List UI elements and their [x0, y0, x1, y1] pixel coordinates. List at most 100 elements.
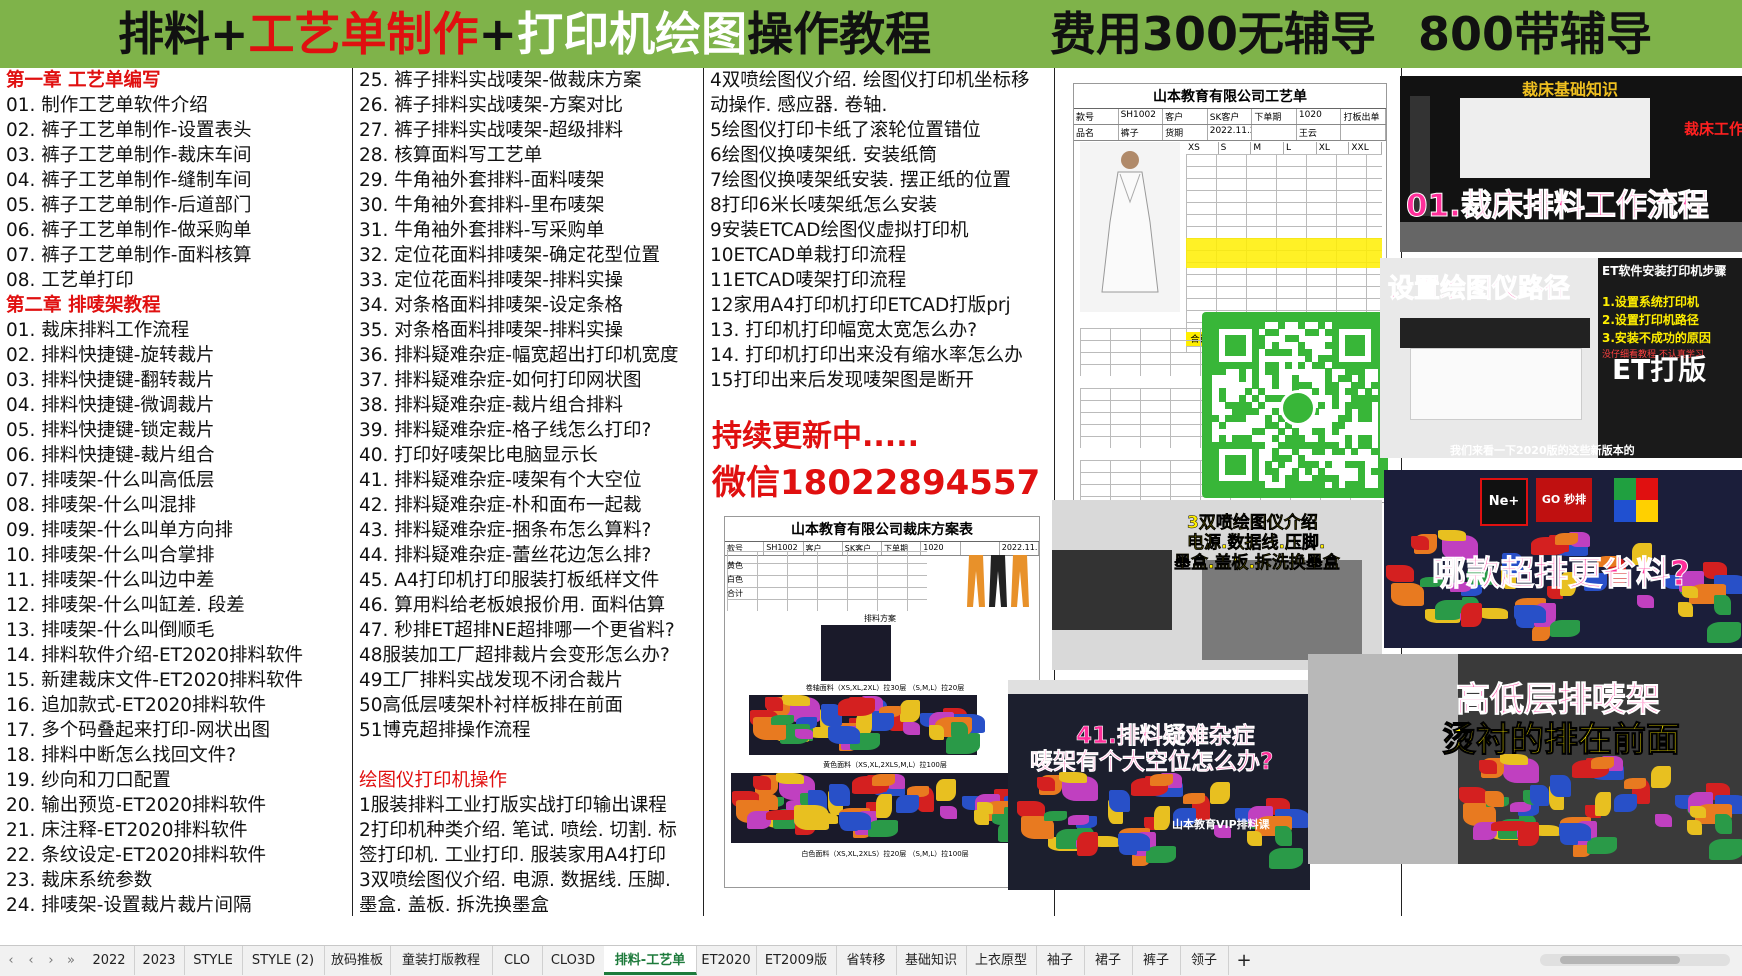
marker-piece	[782, 695, 810, 706]
sheet-tab[interactable]: CLO3D	[542, 946, 605, 975]
qr-module	[1338, 448, 1346, 456]
sheet-tab[interactable]: 基础知识	[896, 946, 967, 975]
scrollbar-thumb[interactable]	[1560, 956, 1680, 964]
banner-fee: 费用300无辅导	[1050, 7, 1377, 61]
marker-thumb-1	[821, 625, 891, 681]
add-sheet-button[interactable]: +	[1232, 946, 1256, 975]
qr-module	[1318, 401, 1326, 409]
qr-module	[1278, 322, 1286, 329]
course-item	[353, 743, 703, 768]
marker-piece	[900, 700, 920, 722]
marker-piece	[794, 805, 829, 830]
course-item: 45. A4打印机打印服装打板纸样文件	[359, 570, 660, 591]
course-item: 03. 排料快捷键-翻转裁片	[6, 370, 215, 391]
course-item: 02. 排料快捷键-旋转裁片	[6, 345, 215, 366]
marker-piece	[828, 726, 860, 744]
marker-piece	[1516, 613, 1534, 628]
cutting-plan-title: 山本教育有限公司裁床方案表	[725, 517, 1039, 542]
thumb-dual-plotter[interactable]: 3双喷绘图仪介绍 电源.数据线.压脚. 墨盒.盖板.拆洗换墨盒	[1052, 500, 1382, 670]
sheet-tab[interactable]: 裙子	[1084, 946, 1133, 975]
sheet-tab[interactable]: 童装打版教程	[390, 946, 493, 975]
table-cell: SH1002	[1119, 109, 1164, 124]
sheet-tab[interactable]: ET2020	[696, 946, 757, 975]
marker-piece	[1247, 831, 1262, 846]
table-cell: 客户	[1163, 109, 1208, 124]
course-item: 48服装加工厂超排裁片会变形怎么办?	[359, 645, 670, 666]
scroll-first-icon[interactable]: ‹	[0, 946, 22, 975]
sheet-tab[interactable]: 袖子	[1036, 946, 1085, 975]
thumb5-titlebar	[1008, 680, 1310, 694]
plan-caption-3: 黄色面料（XS,XL,2XLS,M,L）拉100层	[823, 761, 947, 769]
wechat-qr-code[interactable]	[1202, 312, 1388, 498]
course-item: 5绘图仪打印卡纸了滚轮位置错位	[710, 120, 981, 141]
marker-piece	[940, 806, 957, 819]
sheet-tab[interactable]: 放码推板	[324, 946, 391, 975]
marker-piece	[759, 794, 778, 810]
course-item: 13. 打印机打印幅宽太宽怎么办?	[710, 320, 978, 341]
table-cell: 2022.11.20	[1208, 125, 1253, 140]
qr-module	[1364, 414, 1372, 422]
sheet-tab[interactable]: 排料-工艺单	[604, 946, 697, 975]
sheet-tab[interactable]: STYLE (2)	[242, 946, 325, 975]
scroll-last-icon[interactable]: »	[60, 946, 82, 975]
thumb-plotter-path[interactable]: 设置绘图仪路径 ET软件安装打印机步骤 1.设置系统打印机 2.设置打印机路径 3.…	[1380, 258, 1742, 458]
qr-module	[1258, 428, 1266, 436]
thumb2-title: 设置绘图仪路径	[1387, 274, 1571, 305]
marker-piece	[1068, 815, 1089, 825]
qr-module	[1371, 361, 1379, 369]
thumb-nesting-compare[interactable]: Ne+ GO 秒排 哪款超排更省料?	[1384, 470, 1742, 648]
thumb-cutting-workflow[interactable]: 裁床基础知识 裁床工作流 01.裁床排料工作流程	[1400, 76, 1742, 252]
qr-module	[1285, 454, 1293, 462]
sheet-tab[interactable]: 省转移	[836, 946, 897, 975]
course-item: 2打印机种类介绍. 笔试. 喷绘. 切割. 标	[359, 820, 677, 841]
thumb-high-low-layer[interactable]: 高低层排唛架 烫衬的排在前面	[1308, 654, 1742, 864]
scroll-next-icon[interactable]: ›	[40, 946, 62, 975]
scroll-prev-icon[interactable]: ‹	[20, 946, 42, 975]
banner-part: 操作教程	[747, 7, 932, 61]
qr-module	[1298, 361, 1306, 369]
marker-piece	[1655, 814, 1672, 827]
thumb-large-gap[interactable]: 41.排料疑难杂症 唛架有个大空位怎么办? 山本教育VIP排料课	[1008, 680, 1310, 890]
qr-module	[1285, 361, 1293, 369]
sheet-tab[interactable]: 2023	[134, 946, 185, 975]
sheet-tab[interactable]: CLO	[492, 946, 543, 975]
sheet-tab[interactable]: 领子	[1180, 946, 1229, 975]
marker-piece	[1532, 625, 1550, 641]
qr-module	[1338, 421, 1346, 429]
course-item: 03. 裤子工艺单制作-裁床车间	[6, 145, 252, 166]
marker-piece	[1587, 837, 1617, 854]
sheet-tab[interactable]: STYLE	[184, 946, 243, 975]
course-item: 11ETCAD唛架打印流程	[710, 270, 907, 291]
horizontal-scrollbar[interactable]	[1540, 954, 1730, 966]
marker-piece	[1109, 790, 1130, 812]
table-cell: 王云	[1297, 125, 1342, 140]
course-item: 6绘图仪换唛架纸. 安装纸筒	[710, 145, 938, 166]
marker-piece	[1678, 602, 1693, 617]
course-item: 18. 排料中断怎么找回文件?	[6, 745, 237, 766]
table-cell: 1020	[921, 542, 961, 555]
table-cell: XS	[1186, 142, 1219, 154]
marker-piece	[1637, 595, 1654, 608]
qr-module	[1258, 441, 1266, 449]
marker-piece	[1386, 565, 1414, 582]
course-item: 16. 追加款式-ET2020排料软件	[6, 695, 267, 716]
marker-piece	[1438, 530, 1466, 541]
sheet-tab[interactable]: 上衣原型	[966, 946, 1037, 975]
table-cell: SK客户	[1208, 109, 1253, 124]
sheet-tab[interactable]: 裤子	[1132, 946, 1181, 975]
qr-module	[1311, 388, 1319, 396]
chapter-heading: 第二章 排唛架教程	[6, 295, 161, 316]
process-sheet-header-1: 款号 SH1002 客户 SK客户 下单期 1020 打板出单	[1074, 109, 1386, 125]
wechat-icon	[1280, 390, 1316, 426]
course-item: 1服装排料工业打版实战打印输出课程	[359, 795, 667, 816]
qr-module	[1318, 481, 1326, 489]
course-item: 22. 条纹设定-ET2020排料软件	[6, 845, 267, 866]
sheet-tab[interactable]: 2022	[84, 946, 135, 975]
marker-piece	[903, 722, 920, 735]
table-cell: 1020	[1297, 109, 1342, 124]
qr-module	[1238, 375, 1246, 383]
marker-piece	[977, 802, 993, 814]
marker-layout-a	[749, 695, 985, 755]
color-row: 合计	[727, 589, 743, 598]
sheet-tab[interactable]: ET2009版	[756, 946, 837, 975]
